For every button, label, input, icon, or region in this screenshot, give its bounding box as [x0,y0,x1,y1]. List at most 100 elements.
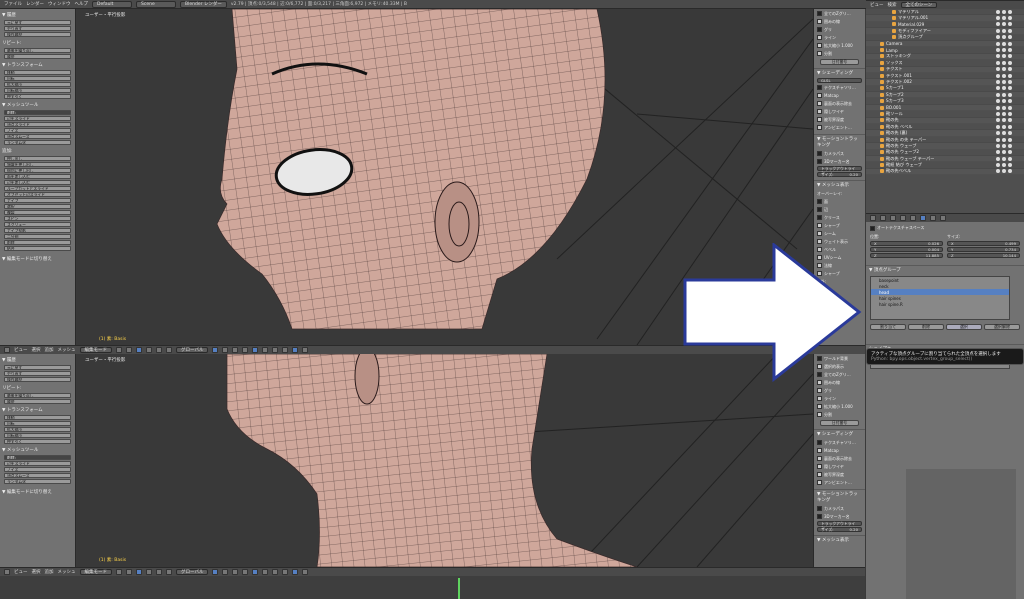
npanel-checkbox-row[interactable]: 隠しワイヤ [817,108,863,115]
outliner-row[interactable]: 靴の先ベベル [866,168,1024,176]
npanel-checkbox-row[interactable]: アンビエント… [817,124,863,131]
npanel-checkbox-row[interactable]: 囲みの線 [817,18,863,25]
layer-icon[interactable] [242,347,249,353]
motion-tracking-title[interactable]: ▼ モーショントラッキング [814,489,865,504]
checkbox[interactable] [817,85,822,90]
shading-panel-title[interactable]: ▼ シェーディング [814,429,865,438]
layer-icon[interactable] [292,569,299,575]
size-y-field[interactable]: Y 0.734 [947,247,1020,252]
render-tab-icon[interactable] [870,215,876,221]
shading-icon[interactable] [116,347,122,353]
shading-panel-title[interactable]: ▼ シェーディング [814,68,865,77]
loc-x-field[interactable]: X 0.026 [870,241,943,246]
timeline-playhead[interactable] [458,578,460,599]
checkbox[interactable] [817,19,822,24]
checkbox[interactable] [817,464,822,469]
shelf-section-title[interactable]: ▼ 履歴 [0,356,75,364]
layer-icon[interactable] [302,569,309,575]
checkbox[interactable] [817,231,822,236]
shelf-tool-button[interactable]: ノイズ [4,467,71,472]
mesh-display-title[interactable]: ▼ メッシュ表示 [814,180,865,189]
shelf-section-title[interactable]: ▼ メッシュツール [0,446,75,454]
npanel-checkbox-row[interactable]: 全てのZグリ… [817,10,863,17]
npanel-checkbox-row[interactable]: 面 [817,198,863,205]
shelf-tool-button[interactable]: やり直す [4,371,71,376]
shelf-tool-button[interactable]: 辺をスライド [4,116,71,121]
shelf-tool-button[interactable]: 元に戻す [4,365,71,370]
shelf-tool-button[interactable]: 削除: [4,455,71,460]
3d-viewport-bottom[interactable]: ユーザー・平行投影 (1) 素: Basis [77,354,813,567]
checkbox[interactable] [817,199,822,204]
header-menu-2[interactable]: 追加 [45,347,54,353]
shelf-footer[interactable]: ▼ 編集モードに切り替え [0,488,75,496]
checkbox[interactable] [817,514,822,519]
modifier-tab-icon[interactable] [910,215,916,221]
shelf-tool-button[interactable]: 複製 [4,210,71,215]
header-menu-1[interactable]: 選択 [32,347,41,353]
shelf-tool-button[interactable]: 辺を差し込む [4,180,71,185]
npanel-checkbox-row[interactable]: 裏面の表示除去 [817,455,863,462]
mesh-data-tab-icon[interactable] [920,215,926,221]
shelf-tool-button[interactable]: 押す引く [4,94,71,99]
shelf-tool-button[interactable]: 押す引く [4,439,71,444]
world-tab-icon[interactable] [890,215,896,221]
layer-icon[interactable] [222,569,229,575]
deselect-button[interactable]: 選択解除 [984,324,1020,330]
visibility-toggles[interactable] [996,9,1012,14]
scale-icon[interactable] [166,347,172,353]
shelf-tool-button[interactable]: 押し出し [4,156,71,161]
shelf-tool-button[interactable]: やり直す [4,26,71,31]
npanel-checkbox-row[interactable]: 分割 [817,411,863,418]
npanel-checkbox-row[interactable]: カメラパス [817,150,863,157]
shelf-tool-button[interactable]: 拡大縮小 [4,427,71,432]
layer-icon[interactable] [282,569,289,575]
shelf-tool-button[interactable]: スピン [4,216,71,221]
visibility-toggles[interactable] [996,22,1012,27]
checkbox[interactable] [817,35,822,40]
layer-icon[interactable] [222,347,229,353]
shelf-tool-button[interactable]: 頂点スムーズ [4,473,71,478]
layer-icon[interactable] [232,347,239,353]
screen-layout-select[interactable]: Default [92,0,132,8]
header-menu-1[interactable]: 選択 [32,569,41,575]
shelf-tool-button[interactable]: オフセット辺スライド [4,192,71,197]
orientation-select[interactable]: グローバル [176,569,209,575]
shading-icon[interactable] [116,569,122,575]
shelf-tool-button[interactable]: ランダム化 [4,479,71,484]
checkbox[interactable] [817,93,822,98]
marker-size-field[interactable]: サイズ: 0.20 [817,527,862,532]
visibility-toggles[interactable] [996,118,1012,123]
visibility-toggles[interactable] [996,150,1012,155]
visibility-toggles[interactable] [996,92,1012,97]
visibility-toggles[interactable] [996,41,1012,46]
header-menu-0[interactable]: ビュー [14,347,28,353]
npanel-checkbox-row[interactable]: カメラパス [817,505,863,512]
visibility-toggles[interactable] [996,105,1012,110]
shelf-tool-button[interactable]: ノイズ [4,128,71,133]
visibility-toggles[interactable] [996,48,1012,53]
npanel-checkbox-row[interactable]: 裏面の表示除去 [817,100,863,107]
checkbox[interactable] [817,448,822,453]
shelf-tool-button[interactable]: ランダム化 [4,140,71,145]
checkbox[interactable] [817,388,822,393]
visibility-toggles[interactable] [996,28,1012,33]
shelf-tool-button[interactable]: 最後を繰り返し [4,393,71,398]
checkbox[interactable] [817,109,822,114]
npanel-checkbox-row[interactable]: テクスチャソリ… [817,84,863,91]
shelf-tool-button[interactable]: 面を差し込む [4,174,71,179]
checkbox[interactable] [817,480,822,485]
checkbox[interactable] [817,125,822,130]
layer-icon[interactable] [302,347,309,353]
translate-icon[interactable] [146,569,152,575]
visibility-toggles[interactable] [996,60,1012,65]
shelf-tool-button[interactable]: 元に戻す [4,20,71,25]
npanel-checkbox-row[interactable]: 辺 [817,206,863,213]
layer-icon[interactable] [272,347,279,353]
shelf-tool-button[interactable]: 削除 [4,240,71,245]
mode-select[interactable]: 編集モード [79,569,112,575]
layer-icon[interactable] [242,569,249,575]
menu-render[interactable]: レンダー [26,1,44,7]
shelf-section-title[interactable]: ▼ トランスフォーム [0,406,75,414]
shading-mode-select[interactable]: GLSL [817,78,862,83]
visibility-toggles[interactable] [996,86,1012,91]
